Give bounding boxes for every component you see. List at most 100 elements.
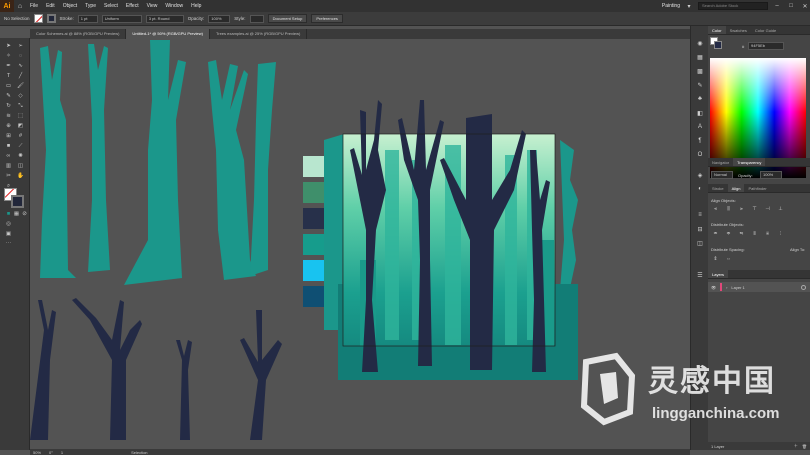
tab-trees-examples[interactable]: Trees examples.ai @ 25% (RGB/GPU Preview… — [210, 29, 308, 39]
eye-icon[interactable]: 👁 — [711, 285, 716, 290]
page-number[interactable]: 1 — [61, 450, 63, 455]
menu-view[interactable]: View — [143, 3, 162, 9]
new-layer-icon[interactable]: ＋ — [794, 443, 798, 449]
swatch-6[interactable] — [303, 286, 324, 307]
align-panel-icon[interactable]: ⊟ — [695, 226, 705, 235]
space-horizontal-icon[interactable]: ⇔ — [725, 256, 732, 263]
menu-window[interactable]: Window — [161, 3, 187, 9]
type-tool-icon[interactable]: T — [4, 72, 13, 80]
fill-swatch[interactable] — [33, 14, 43, 23]
direct-selection-tool-icon[interactable]: ➢ — [16, 42, 25, 50]
style-picker[interactable] — [249, 14, 264, 23]
layer-name[interactable]: Layer 1 — [731, 285, 744, 290]
paragraph-icon[interactable]: ¶ — [695, 138, 705, 147]
color-panel-icon[interactable]: ◉ — [695, 40, 705, 49]
preferences-button[interactable]: Preferences — [311, 14, 343, 23]
layers-panel-icon[interactable]: ☰ — [695, 272, 705, 281]
pathfinder-icon[interactable]: ◫ — [695, 240, 705, 249]
warp-icon[interactable]: ≋ — [4, 112, 13, 120]
menu-edit[interactable]: Edit — [42, 3, 59, 9]
stroke-weight-field[interactable]: 1 pt — [77, 14, 98, 23]
swatch-1[interactable] — [303, 156, 324, 177]
minimize-icon[interactable]: – — [772, 3, 782, 9]
transparency-opacity-field[interactable]: 100% — [760, 171, 782, 179]
live-paint-icon[interactable]: ◩ — [16, 122, 25, 130]
more-tools-icon[interactable]: ⋯ — [4, 240, 13, 248]
eraser-icon[interactable]: ◇ — [16, 92, 25, 100]
rectangle-tool-icon[interactable]: ▭ — [4, 82, 13, 90]
maximize-icon[interactable]: □ — [786, 3, 796, 9]
curvature-icon[interactable]: ∿ — [16, 62, 25, 70]
tab-navigator[interactable]: Navigator — [708, 158, 733, 166]
column-graph-icon[interactable]: ▥ — [4, 162, 13, 170]
layer-row[interactable]: 👁 › Layer 1 — [708, 282, 810, 292]
type-panel-icon[interactable]: A — [695, 124, 705, 133]
tab-align[interactable]: Align — [727, 184, 745, 192]
blend-icon[interactable]: ∞ — [4, 152, 13, 160]
document-setup-button[interactable]: Document Setup — [267, 14, 308, 23]
mesh-icon[interactable]: # — [16, 132, 25, 140]
space-vertical-icon[interactable]: ⇕ — [712, 256, 719, 263]
menu-file[interactable]: File — [26, 3, 42, 9]
magic-wand-icon[interactable]: ✧ — [4, 52, 13, 60]
dist-hcenter-icon[interactable]: ⫵ — [764, 231, 771, 238]
tab-untitled[interactable]: Untitled-1* @ 50% (RGB/GPU Preview) — [126, 29, 210, 39]
layer-target-icon[interactable] — [801, 284, 806, 290]
dist-bottom-icon[interactable]: ≒ — [738, 231, 745, 238]
tab-pathfinder[interactable]: Pathfinder — [744, 184, 770, 192]
variable-width-profile[interactable]: Uniform — [101, 14, 142, 23]
zoom-level[interactable]: 50% — [33, 450, 41, 455]
scale-icon[interactable]: ⤡ — [16, 102, 25, 110]
opacity-field[interactable]: 100% — [208, 14, 231, 23]
perspective-grid-icon[interactable]: ⊞ — [4, 132, 13, 140]
gradient-icon[interactable]: ■ — [4, 142, 13, 150]
workspace-switcher[interactable]: Painting — [662, 3, 680, 9]
align-right-icon[interactable]: ⫸ — [738, 206, 745, 213]
stroke-color-icon[interactable] — [11, 195, 24, 208]
tab-stroke[interactable]: Stroke — [708, 184, 728, 192]
symbol-sprayer-icon[interactable]: ✺ — [16, 152, 25, 160]
navigator-icon[interactable]: ◈ — [695, 172, 705, 181]
color-guide-icon[interactable]: ▦ — [695, 54, 705, 63]
menu-type[interactable]: Type — [81, 3, 100, 9]
stock-search-input[interactable]: Search Adobe Stock — [698, 2, 768, 10]
hex-field[interactable]: 94F5Eb — [748, 42, 784, 50]
screen-mode-icon[interactable]: ▣ — [4, 230, 13, 238]
shaper-icon[interactable]: ✎ — [4, 92, 13, 100]
align-vcenter-icon[interactable]: ⊣ — [764, 206, 771, 213]
eyedropper-icon[interactable]: ⟋ — [16, 142, 25, 150]
menu-object[interactable]: Object — [59, 3, 81, 9]
close-icon[interactable]: ✕ — [800, 3, 810, 10]
dist-top-icon[interactable]: ≐ — [712, 231, 719, 238]
blend-mode-select[interactable]: Normal — [711, 171, 733, 179]
lasso-icon[interactable]: ◌ — [16, 52, 25, 60]
shape-builder-icon[interactable]: ⊕ — [4, 122, 13, 130]
swatches-icon[interactable]: ▩ — [695, 68, 705, 77]
align-left-icon[interactable]: ⫷ — [712, 206, 719, 213]
none-mode-icon[interactable]: ⊘ — [20, 210, 29, 218]
paintbrush-icon[interactable]: 🖌 — [16, 82, 25, 90]
transparency-icon[interactable]: ◐ — [695, 186, 705, 195]
dist-vcenter-icon[interactable]: ≑ — [725, 231, 732, 238]
swatch-5[interactable] — [303, 260, 324, 281]
tab-transparency[interactable]: Transparency — [733, 158, 766, 166]
symbols-icon[interactable]: ♣ — [695, 96, 705, 105]
tab-color[interactable]: Color — [708, 26, 726, 34]
swatch-3[interactable] — [303, 208, 324, 229]
selection-tool-icon[interactable]: ➤ — [4, 42, 13, 50]
menu-help[interactable]: Help — [187, 3, 205, 9]
align-hcenter-icon[interactable]: ⫼ — [725, 206, 732, 213]
delete-layer-icon[interactable]: 🗑 — [802, 444, 807, 449]
stroke-swatch[interactable] — [46, 14, 56, 23]
opentype-icon[interactable]: O — [695, 152, 705, 161]
menu-effect[interactable]: Effect — [122, 3, 143, 9]
artboard-icon[interactable]: ◫ — [16, 162, 25, 170]
pen-tool-icon[interactable]: ✒ — [4, 62, 13, 70]
swatch-2[interactable] — [303, 182, 324, 203]
align-bottom-icon[interactable]: ⊥ — [777, 206, 784, 213]
draw-mode-icon[interactable]: ◎ — [4, 220, 13, 228]
chevron-down-icon[interactable]: ▾ — [684, 3, 694, 10]
free-transform-icon[interactable]: ⬚ — [16, 112, 25, 120]
brushes-icon[interactable]: ✎ — [695, 82, 705, 91]
tab-layers[interactable]: Layers — [708, 270, 729, 278]
